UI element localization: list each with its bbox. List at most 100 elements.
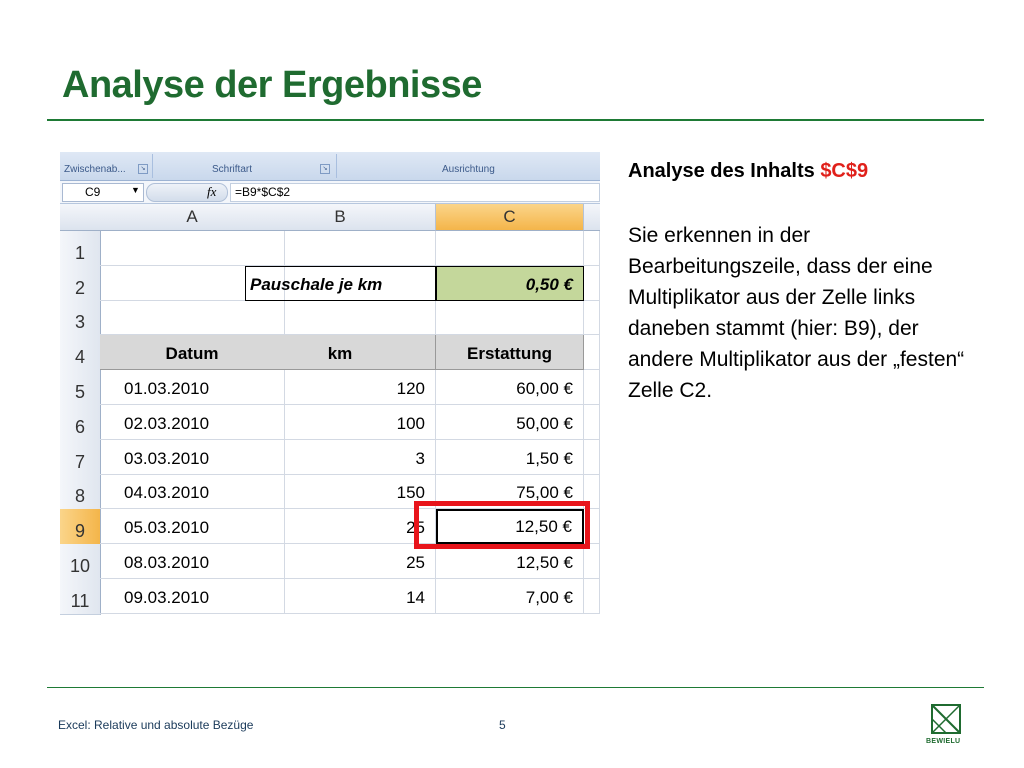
cell-value: 100 bbox=[396, 413, 425, 433]
cell-value: 25 bbox=[406, 552, 425, 572]
formula-input[interactable]: =B9*$C$2 bbox=[230, 183, 600, 202]
insert-function-button[interactable]: fx bbox=[146, 183, 228, 202]
row-header[interactable]: 3 bbox=[60, 300, 101, 337]
formula-text: =B9*$C$2 bbox=[235, 185, 291, 199]
column-header-next[interactable] bbox=[584, 204, 600, 231]
cell-overflow[interactable] bbox=[584, 300, 600, 336]
row-header[interactable]: 4 bbox=[60, 335, 101, 372]
function-icon: fx bbox=[207, 184, 217, 199]
cell-value: 3 bbox=[415, 448, 425, 468]
cell-value: 03.03.2010 bbox=[124, 448, 210, 468]
cell-value: 7,00 € bbox=[525, 587, 573, 607]
cell-c10[interactable]: 12,50 € bbox=[436, 544, 584, 579]
cell-b9[interactable]: 25 bbox=[245, 509, 436, 545]
cell-b3[interactable] bbox=[245, 300, 436, 336]
row-header[interactable]: 8 bbox=[60, 474, 101, 511]
slide-title: Analyse der Ergebnisse bbox=[62, 64, 482, 106]
cell-b4[interactable]: km bbox=[245, 335, 436, 371]
name-box-value: C9 bbox=[85, 185, 101, 199]
row-header[interactable]: 10 bbox=[60, 544, 101, 580]
row-number: 1 bbox=[74, 242, 85, 263]
row-header[interactable]: 5 bbox=[60, 370, 101, 406]
cell-c11[interactable]: 7,00 € bbox=[436, 579, 584, 614]
cell-c2[interactable]: 0,50 € bbox=[436, 265, 584, 301]
analysis-heading: Analyse des Inhalts $C$9 bbox=[628, 160, 868, 183]
cell-c1[interactable] bbox=[436, 231, 584, 266]
dialog-launcher-icon[interactable]: ↘ bbox=[138, 164, 148, 174]
cell-c7[interactable]: 1,50 € bbox=[436, 439, 584, 475]
logo-label: BEWIELU bbox=[926, 738, 961, 745]
cell-b7[interactable]: 3 bbox=[245, 439, 436, 475]
ribbon-group-label: Ausrichtung bbox=[442, 164, 495, 175]
analysis-heading-text: Analyse des Inhalts bbox=[628, 160, 815, 182]
cell-overflow[interactable] bbox=[584, 544, 600, 579]
row-number: 4 bbox=[74, 347, 85, 368]
cell-c6[interactable]: 50,00 € bbox=[436, 405, 584, 440]
cell-value: 14 bbox=[406, 587, 425, 607]
row-number: 5 bbox=[74, 381, 85, 402]
cell-c3[interactable] bbox=[436, 300, 584, 336]
cell-value: 01.03.2010 bbox=[124, 378, 210, 398]
ribbon-group-font[interactable]: Schriftart ↘ bbox=[154, 152, 332, 180]
cell-value: 50,00 € bbox=[516, 413, 573, 433]
row-number: 7 bbox=[74, 451, 85, 472]
cell-value: Erstattung bbox=[467, 344, 552, 364]
cell-overflow[interactable] bbox=[584, 231, 600, 266]
cell-overflow[interactable] bbox=[584, 439, 600, 475]
page-number: 5 bbox=[499, 718, 506, 732]
row-header[interactable]: 11 bbox=[60, 579, 101, 615]
row-header[interactable]: 6 bbox=[60, 405, 101, 441]
ribbon-group-alignment[interactable]: Ausrichtung bbox=[340, 152, 600, 180]
name-box[interactable]: C9 ▼ bbox=[62, 183, 144, 202]
ribbon-separator bbox=[336, 154, 337, 178]
cell-b2[interactable]: Pauschale je km bbox=[245, 265, 436, 301]
cell-value: 04.03.2010 bbox=[124, 483, 210, 503]
cell-value: 05.03.2010 bbox=[124, 518, 210, 538]
select-all-corner[interactable] bbox=[60, 204, 101, 231]
cell-overflow[interactable] bbox=[584, 370, 600, 405]
row-header[interactable]: 1 bbox=[60, 231, 101, 267]
analysis-text: Sie erkennen in der Bearbeitungszeile, d… bbox=[628, 224, 965, 402]
row-header[interactable]: 9 bbox=[60, 509, 101, 546]
ribbon-group-clipboard[interactable]: Zwischenab... ↘ bbox=[64, 152, 150, 180]
row-number: 2 bbox=[74, 277, 85, 298]
cell-value: 09.03.2010 bbox=[124, 587, 210, 607]
cell-c5[interactable]: 60,00 € bbox=[436, 370, 584, 405]
ribbon-group-label: Zwischenab... bbox=[64, 164, 126, 175]
cell-b10[interactable]: 25 bbox=[245, 544, 436, 579]
cell-value: 02.03.2010 bbox=[124, 413, 210, 433]
cell-c4[interactable]: Erstattung bbox=[436, 335, 584, 371]
cell-overflow[interactable] bbox=[584, 335, 600, 371]
column-header-b[interactable]: B bbox=[245, 204, 436, 231]
cell-value: 12,50 € bbox=[516, 552, 573, 572]
cell-value: 120 bbox=[396, 378, 425, 398]
row-number: 6 bbox=[74, 416, 85, 437]
row-number: 9 bbox=[74, 521, 85, 542]
formula-bar: C9 ▼ fx =B9*$C$2 bbox=[60, 181, 600, 204]
cell-value: 0,50 € bbox=[525, 274, 573, 294]
column-header-c[interactable]: C bbox=[436, 204, 584, 231]
dialog-launcher-icon[interactable]: ↘ bbox=[320, 164, 330, 174]
cell-overflow[interactable] bbox=[584, 265, 600, 301]
cell-b6[interactable]: 100 bbox=[245, 405, 436, 440]
ribbon: Zwischenab... ↘ Schriftart ↘ Ausrichtung bbox=[60, 152, 600, 181]
cell-value: 1,50 € bbox=[525, 448, 573, 468]
cell-b1[interactable] bbox=[245, 231, 436, 266]
cell-b8[interactable]: 150 bbox=[245, 474, 436, 510]
ribbon-group-label: Schriftart bbox=[212, 164, 253, 175]
cell-value: Pauschale je km bbox=[250, 274, 383, 294]
cell-overflow[interactable] bbox=[584, 405, 600, 440]
row-number: 3 bbox=[74, 312, 85, 333]
row-number: 10 bbox=[69, 555, 91, 576]
row-header[interactable]: 7 bbox=[60, 439, 101, 476]
row-header[interactable]: 2 bbox=[60, 265, 101, 302]
cell-overflow[interactable] bbox=[584, 579, 600, 614]
row-number: 11 bbox=[70, 590, 90, 611]
bewielu-logo-icon bbox=[931, 704, 961, 734]
cell-reference: $C$9 bbox=[820, 160, 869, 182]
footer-title: Excel: Relative und absolute Bezüge bbox=[58, 718, 254, 732]
cell-b5[interactable]: 120 bbox=[245, 370, 436, 405]
cell-b11[interactable]: 14 bbox=[245, 579, 436, 614]
chevron-down-icon[interactable]: ▼ bbox=[131, 185, 140, 195]
highlight-box-c9 bbox=[414, 501, 590, 549]
